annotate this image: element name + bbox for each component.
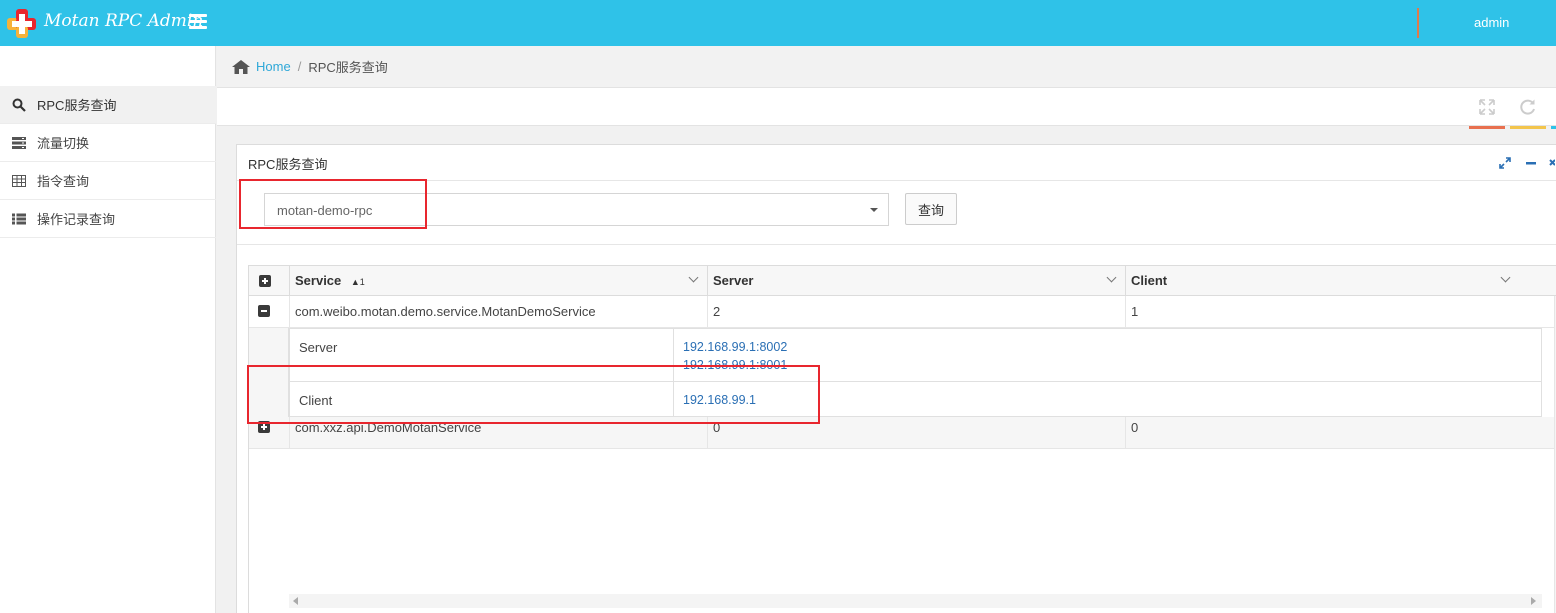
service-grid: Service ▲1 Server Client com.weibo.motan… [248,265,1556,613]
toolbar-accent-blue [1551,126,1556,129]
expand-row-icon[interactable] [258,421,270,433]
table-row[interactable]: com.xxz.api.DemoMotanService 0 0 [249,417,1556,449]
user-menu[interactable]: admin [1474,15,1509,30]
toolbar-accent-yellow [1510,126,1546,129]
menu-toggle-icon[interactable] [189,14,207,30]
expand-all-cell [249,266,290,296]
widget-title: RPC服务查询 [248,157,328,172]
chevron-down-icon[interactable] [1106,272,1117,283]
sidebar-item-command-query[interactable]: 指令查询 [0,162,216,200]
detail-label: Client [290,382,674,416]
page-toolbar [217,88,1556,129]
chevron-down-icon[interactable] [688,272,699,283]
scroll-right-icon[interactable] [1531,597,1536,605]
sidebar-item-label: RPC服务查询 [37,98,117,113]
detail-label: Server [290,329,674,381]
divider [237,244,1556,245]
sidebar-item-operation-log[interactable]: 操作记录查询 [0,200,216,238]
column-label: Service [295,273,342,288]
cell-service: com.xxz.api.DemoMotanService [290,417,708,448]
service-group-select[interactable]: motan-demo-rpc [264,193,889,226]
scroll-left-icon[interactable] [293,597,298,605]
column-label: Client [1131,273,1168,288]
home-icon [232,59,250,74]
breadcrumb-current: RPC服务查询 [308,60,388,75]
fullscreen-icon[interactable] [1478,98,1496,116]
row-detail: Server 192.168.99.1:8002 192.168.99.1:80… [289,328,1542,417]
list-icon [12,213,26,224]
table-row[interactable]: com.weibo.motan.demo.service.MotanDemoSe… [249,296,1556,328]
column-label: Server [713,273,754,288]
sidebar-item-rpc-query[interactable]: RPC服务查询 [0,86,216,124]
server-address-link[interactable]: 192.168.99.1:8002 [683,340,787,354]
cell-service: com.weibo.motan.demo.service.MotanDemoSe… [290,296,708,327]
row-expander-cell [249,296,290,327]
top-navbar: Motan RPC Admin admin [0,0,1556,46]
expand-all-icon[interactable] [259,275,271,287]
server-icon [12,136,26,149]
collapse-row-icon[interactable] [258,305,270,317]
caret-down-icon [870,208,878,212]
row-expander-cell [249,417,290,448]
client-address-link[interactable]: 192.168.99.1 [683,393,756,407]
detail-gutter [249,328,289,417]
search-icon [12,98,26,112]
sidebar-item-label: 操作记录查询 [37,212,116,227]
chevron-down-icon[interactable] [1500,272,1511,283]
collapse-icon[interactable] [1525,157,1537,169]
server-address-link[interactable]: 192.168.99.1:8001 [683,358,787,372]
breadcrumb-home-link[interactable]: Home [256,59,291,74]
sidebar-item-label: 指令查询 [37,174,90,189]
detail-row-server: Server 192.168.99.1:8002 192.168.99.1:80… [290,329,1541,382]
app-title: Motan RPC Admin [44,11,204,31]
select-value: motan-demo-rpc [277,203,373,218]
topbar-divider [1417,8,1419,38]
horizontal-scrollbar[interactable] [289,594,1542,608]
sidebar-item-traffic-switch[interactable]: 流量切换 [0,124,216,162]
cell-server: 2 [708,296,1126,327]
breadcrumb: Home / RPC服务查询 [217,46,1556,88]
column-header-client[interactable]: Client [1126,266,1556,296]
refresh-icon[interactable] [1519,98,1537,116]
cell-client: 0 [1131,420,1139,435]
column-header-service[interactable]: Service ▲1 [290,266,708,296]
expand-icon[interactable] [1499,157,1511,169]
sort-indicator: ▲1 [350,277,365,287]
sidebar: RPC服务查询 流量切换 指令查询 操作记录查询 [0,46,216,613]
widget-header: RPC服务查询 [237,145,1556,181]
sidebar-item-label: 流量切换 [37,136,90,151]
detail-row-client: Client 192.168.99.1 [290,382,1541,416]
breadcrumb-separator: / [297,59,302,74]
logo-icon [7,9,36,38]
query-button[interactable]: 查询 [905,193,957,225]
rpc-query-widget: RPC服务查询 motan-demo-rpc 查询 Service ▲1 Ser… [236,144,1556,613]
grid-header: Service ▲1 Server Client [249,266,1556,296]
close-icon[interactable] [1549,157,1555,169]
toolbar-accent-red [1469,126,1505,129]
column-header-server[interactable]: Server [708,266,1126,296]
table-icon [12,174,26,187]
cell-client: 1 [1131,304,1139,319]
cell-server: 0 [708,417,1126,448]
